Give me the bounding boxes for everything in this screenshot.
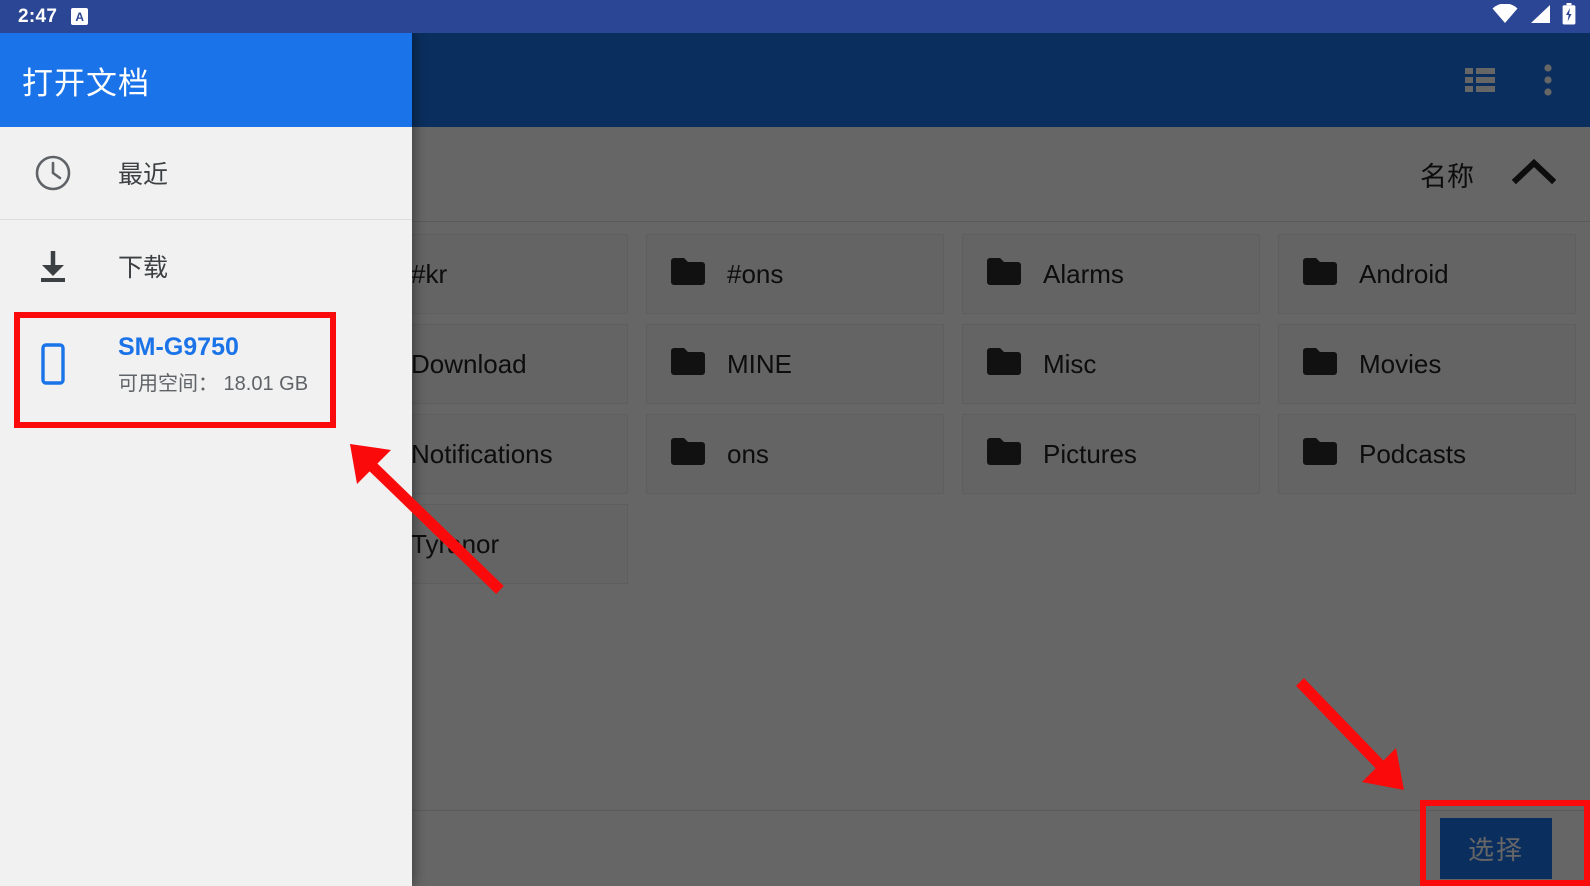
drawer-section-recent: 最近 <box>0 127 412 219</box>
sidebar-item-recent[interactable]: 最近 <box>0 127 412 219</box>
status-bar-left: 2:47 A <box>18 0 89 33</box>
downloads-label: 下载 <box>118 254 169 282</box>
drawer-header: 打开文档 <box>0 33 412 127</box>
device-free-space-label: 可用空间： 18.01 GB <box>118 372 309 395</box>
notification-badge-icon: A <box>71 8 89 25</box>
phone-icon <box>30 342 76 386</box>
drawer-section-storage: 下载 SM-G9750 可用空间： 18.01 GB <box>0 220 412 416</box>
device-item-text: SM-G9750 可用空间： 18.01 GB <box>118 333 308 396</box>
status-bar: 2:47 A <box>0 0 1590 33</box>
navigation-drawer: 打开文档 最近 下载 SM-G9750 可用空间： 18.01 GB <box>0 33 412 886</box>
android-file-picker-screen: 名称 ndroidSystemC…#kr#onsAlarmsAndroidDow… <box>0 0 1590 886</box>
sidebar-item-label: 最近 <box>118 155 168 191</box>
sidebar-item-label: 下载 <box>118 248 168 284</box>
clock-icon <box>30 154 76 192</box>
drawer-title: 打开文档 <box>22 65 150 101</box>
download-icon <box>30 249 76 283</box>
wifi-icon <box>1492 3 1518 29</box>
sidebar-item-device-sm-g9750[interactable]: SM-G9750 可用空间： 18.01 GB <box>0 312 412 416</box>
recent-label: 最近 <box>118 161 169 189</box>
sidebar-item-downloads[interactable]: 下载 <box>0 220 412 312</box>
status-clock: 2:47 <box>18 5 58 27</box>
battery-charging-icon <box>1562 3 1576 30</box>
cellular-signal-icon <box>1529 4 1551 29</box>
device-name-label: SM-G9750 <box>118 332 239 361</box>
status-bar-right <box>1492 0 1576 33</box>
